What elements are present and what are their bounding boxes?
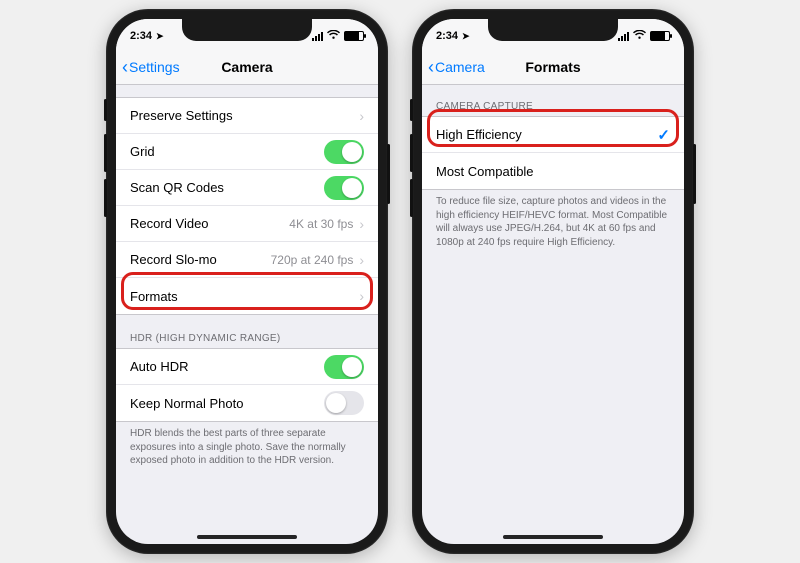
chevron-right-icon: › [359,108,364,124]
back-button[interactable]: ‹ Settings [122,49,180,84]
row-detail: 4K at 30 fps [289,217,353,231]
chevron-left-icon: ‹ [122,58,128,76]
toggle-scan-qr[interactable] [324,176,364,200]
row-most-compatible[interactable]: Most Compatible [422,153,684,189]
row-preserve-settings[interactable]: Preserve Settings › [116,98,378,134]
status-time: 2:34 [436,30,458,42]
section-footer-hdr: HDR blends the best parts of three separ… [116,422,378,468]
row-label: Record Video [130,216,289,231]
battery-icon [650,31,670,41]
wifi-icon [327,30,340,43]
toggle-grid[interactable] [324,140,364,164]
home-indicator[interactable] [197,535,297,539]
row-label: Keep Normal Photo [130,396,324,411]
row-scan-qr[interactable]: Scan QR Codes [116,170,378,206]
section-footer-capture: To reduce file size, capture photos and … [422,190,684,249]
row-label: Grid [130,144,324,159]
row-high-efficiency[interactable]: High Efficiency ✓ [422,117,684,153]
row-label: Auto HDR [130,359,324,374]
row-label: High Efficiency [436,127,657,142]
screen-right: 2:34 ➤ ‹ Camera Formats CAMERA CAPTURE [422,19,684,544]
row-grid[interactable]: Grid [116,134,378,170]
row-record-slomo[interactable]: Record Slo-mo 720p at 240 fps › [116,242,378,278]
battery-icon [344,31,364,41]
section-header-capture: CAMERA CAPTURE [422,97,684,116]
row-record-video[interactable]: Record Video 4K at 30 fps › [116,206,378,242]
row-formats[interactable]: Formats › [116,278,378,314]
chevron-right-icon: › [359,252,364,268]
cell-signal-icon [618,32,629,41]
back-label: Settings [129,59,180,75]
wifi-icon [633,30,646,43]
row-label: Record Slo-mo [130,252,271,267]
page-title: Camera [221,59,272,75]
row-auto-hdr[interactable]: Auto HDR [116,349,378,385]
chevron-right-icon: › [359,288,364,304]
cell-signal-icon [312,32,323,41]
phone-right: 2:34 ➤ ‹ Camera Formats CAMERA CAPTURE [412,9,694,554]
screen-left: 2:34 ➤ ‹ Settings Camera Pre [116,19,378,544]
page-title: Formats [525,59,580,75]
notch [488,19,618,41]
location-icon: ➤ [462,31,470,42]
chevron-right-icon: › [359,216,364,232]
checkmark-icon: ✓ [657,126,670,144]
row-detail: 720p at 240 fps [271,253,354,267]
row-keep-normal[interactable]: Keep Normal Photo [116,385,378,421]
chevron-left-icon: ‹ [428,58,434,76]
row-label: Formats [130,289,359,304]
status-time: 2:34 [130,30,152,42]
nav-bar: ‹ Settings Camera [116,49,378,85]
back-button[interactable]: ‹ Camera [428,49,485,84]
nav-bar: ‹ Camera Formats [422,49,684,85]
toggle-auto-hdr[interactable] [324,355,364,379]
location-icon: ➤ [156,31,164,42]
toggle-keep-normal[interactable] [324,391,364,415]
row-label: Most Compatible [436,164,670,179]
section-header-hdr: HDR (HIGH DYNAMIC RANGE) [116,329,378,348]
notch [182,19,312,41]
row-label: Preserve Settings [130,108,359,123]
home-indicator[interactable] [503,535,603,539]
phone-left: 2:34 ➤ ‹ Settings Camera Pre [106,9,388,554]
back-label: Camera [435,59,485,75]
row-label: Scan QR Codes [130,180,324,195]
